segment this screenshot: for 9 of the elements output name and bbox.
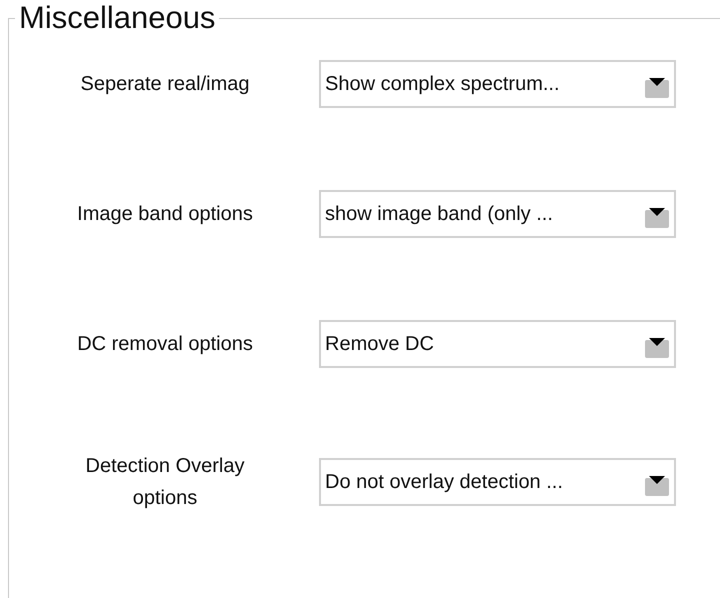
dropdown[interactable]: Do not overlay detection ... <box>319 458 676 506</box>
field-label: Detection Overlay options <box>84 454 246 511</box>
field-label: Image band options <box>76 202 254 227</box>
field-label: DC removal options <box>76 332 254 357</box>
dropdown[interactable]: Remove DC <box>319 320 676 368</box>
dropdown[interactable]: show image band (only ... <box>319 190 676 238</box>
group-title: Miscellaneous <box>18 0 216 36</box>
field-label: Seperate real/imag <box>80 72 250 97</box>
dropdown[interactable]: Show complex spectrum... <box>319 60 676 108</box>
